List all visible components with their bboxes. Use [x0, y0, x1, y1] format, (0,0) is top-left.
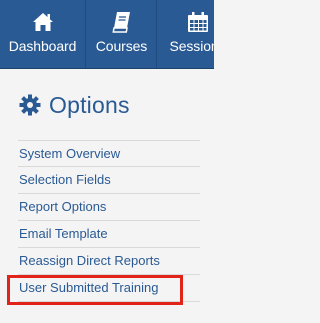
nav-tab-sessions[interactable]: Sessions: [158, 0, 214, 68]
gear-icon: [19, 94, 41, 116]
options-menu: System Overview Selection Fields Report …: [18, 140, 200, 302]
options-menu-item-reassign-direct-reports[interactable]: Reassign Direct Reports: [18, 248, 200, 275]
options-menu-item-user-submitted-training[interactable]: User Submitted Training: [18, 275, 200, 302]
home-icon: [32, 11, 54, 33]
top-navigation: Dashboard Courses Sessio: [0, 0, 214, 69]
nav-tab-label: Dashboard: [8, 38, 77, 54]
options-menu-item-report-options[interactable]: Report Options: [18, 194, 200, 221]
nav-tab-label: Courses: [95, 38, 148, 54]
book-icon: [111, 11, 133, 33]
calendar-icon: [187, 11, 209, 33]
options-header: Options: [19, 90, 130, 120]
options-menu-item-email-template[interactable]: Email Template: [18, 221, 200, 248]
nav-tab-dashboard[interactable]: Dashboard: [0, 0, 86, 68]
options-menu-item-selection-fields[interactable]: Selection Fields: [18, 167, 200, 194]
nav-tab-label: Sessions: [169, 38, 214, 54]
page-title: Options: [49, 91, 130, 118]
nav-tab-courses[interactable]: Courses: [87, 0, 157, 68]
options-menu-item-system-overview[interactable]: System Overview: [18, 140, 200, 167]
